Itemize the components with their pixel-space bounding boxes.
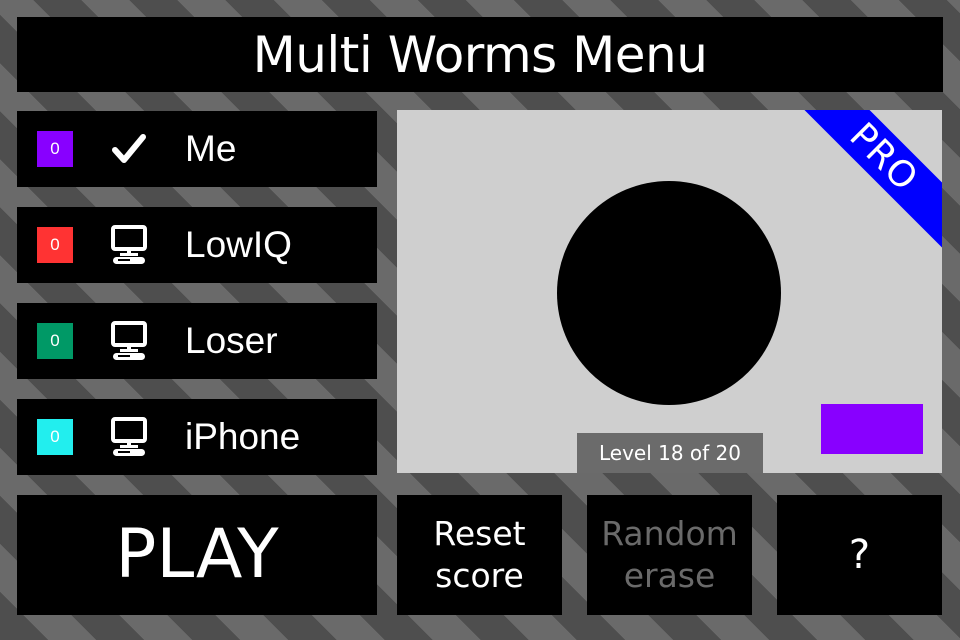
computer-icon[interactable] — [109, 225, 149, 265]
pro-ribbon: PRO — [789, 110, 942, 252]
player-name: iPhone — [185, 416, 301, 457]
player-row-me[interactable]: 0 Me — [17, 111, 377, 187]
computer-icon[interactable] — [109, 321, 149, 361]
play-button[interactable]: PLAY — [17, 495, 377, 615]
reset-score-button[interactable]: Reset score — [397, 495, 562, 615]
computer-icon[interactable] — [109, 417, 149, 457]
title-bar: Multi Worms Menu — [17, 17, 943, 92]
score-badge: 0 — [37, 323, 73, 359]
random-erase-label: Random erase — [601, 514, 738, 595]
checkmark-icon[interactable] — [109, 129, 149, 169]
worm-preview — [821, 404, 923, 454]
reset-score-label: Reset score — [433, 514, 526, 595]
player-name: Me — [185, 128, 237, 169]
level-obstacle-circle — [557, 181, 781, 405]
pro-badge-label: PRO — [841, 114, 927, 200]
player-name: LowIQ — [185, 224, 292, 265]
score-badge: 0 — [37, 131, 73, 167]
help-button[interactable]: ? — [777, 495, 942, 615]
player-name: Loser — [185, 320, 278, 361]
level-label: Level 18 of 20 — [577, 433, 763, 473]
player-row-lowiq[interactable]: 0 LowIQ — [17, 207, 377, 283]
score-badge: 0 — [37, 227, 73, 263]
help-label: ? — [848, 532, 871, 578]
random-erase-button[interactable]: Random erase — [587, 495, 752, 615]
level-preview[interactable]: PRO Level 18 of 20 — [397, 110, 942, 473]
score-badge: 0 — [37, 419, 73, 455]
player-row-loser[interactable]: 0 Loser — [17, 303, 377, 379]
play-label: PLAY — [115, 515, 279, 594]
page-title: Multi Worms Menu — [252, 25, 708, 84]
level-text: Level 18 of 20 — [598, 441, 742, 465]
player-row-iphone[interactable]: 0 iPhone — [17, 399, 377, 475]
